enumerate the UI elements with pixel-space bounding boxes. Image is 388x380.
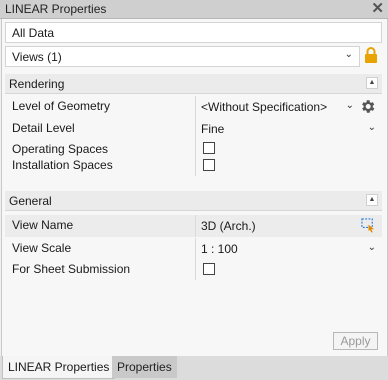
property-name: Detail Level: [12, 121, 75, 135]
section-general-label: General: [9, 194, 52, 208]
property-row-for-sheet-submission: For Sheet Submission: [5, 260, 382, 280]
element-picker-icon[interactable]: [361, 218, 376, 233]
views-dropdown[interactable]: Views (1) ⌄: [5, 46, 360, 67]
property-row-installation-spaces: Installation Spaces: [5, 157, 382, 176]
chevron-down-icon[interactable]: ⌄: [346, 100, 354, 111]
scope-dropdown[interactable]: All Data: [5, 22, 382, 43]
section-rendering-label: Rendering: [9, 77, 65, 91]
property-name: For Sheet Submission: [12, 262, 131, 276]
window-title: LINEAR Properties: [5, 2, 107, 16]
section-general[interactable]: General ▲: [5, 191, 382, 211]
property-row-level-of-geometry: Level of Geometry <Without Specification…: [5, 96, 382, 118]
for-sheet-submission-checkbox[interactable]: [203, 263, 215, 275]
apply-button[interactable]: Apply: [333, 332, 378, 350]
view-name-value[interactable]: 3D (Arch.): [201, 219, 256, 233]
collapse-icon[interactable]: ▲: [366, 77, 378, 89]
panel-tabs: LINEAR Properties Properties: [0, 356, 388, 380]
tab-properties[interactable]: Properties: [112, 356, 177, 378]
close-icon[interactable]: ✕: [371, 0, 384, 18]
property-row-detail-level: Detail Level Fine ⌄: [5, 118, 382, 140]
property-name: View Name: [12, 218, 74, 232]
chevron-down-icon[interactable]: ⌄: [368, 242, 376, 253]
property-name: Installation Spaces: [12, 158, 113, 172]
view-scale-dropdown[interactable]: 1 : 100: [201, 242, 238, 256]
property-name: Operating Spaces: [12, 142, 109, 156]
properties-panel: All Data Views (1) ⌄ Rendering ▲ Level o…: [1, 19, 388, 356]
lock-icon[interactable]: [364, 47, 378, 63]
collapse-icon[interactable]: ▲: [366, 194, 378, 206]
property-name: Level of Geometry: [12, 99, 111, 113]
property-row-view-name: View Name 3D (Arch.): [5, 215, 382, 237]
chevron-down-icon[interactable]: ⌄: [368, 122, 376, 133]
gear-icon[interactable]: [359, 98, 376, 115]
detail-level-dropdown[interactable]: Fine: [201, 122, 224, 136]
property-row-view-scale: View Scale 1 : 100 ⌄: [5, 238, 382, 260]
property-row-operating-spaces: Operating Spaces: [5, 139, 382, 158]
chevron-down-icon: ⌄: [344, 49, 353, 60]
level-of-geometry-dropdown[interactable]: <Without Specification>: [201, 100, 327, 114]
section-rendering[interactable]: Rendering ▲: [5, 74, 382, 94]
tab-linear-properties[interactable]: LINEAR Properties: [2, 356, 116, 379]
operating-spaces-checkbox[interactable]: [203, 142, 215, 154]
views-value: Views (1): [12, 50, 62, 64]
title-bar: LINEAR Properties ✕: [0, 0, 388, 19]
property-name: View Scale: [12, 241, 72, 255]
installation-spaces-checkbox[interactable]: [203, 159, 215, 171]
scope-value: All Data: [12, 26, 55, 40]
